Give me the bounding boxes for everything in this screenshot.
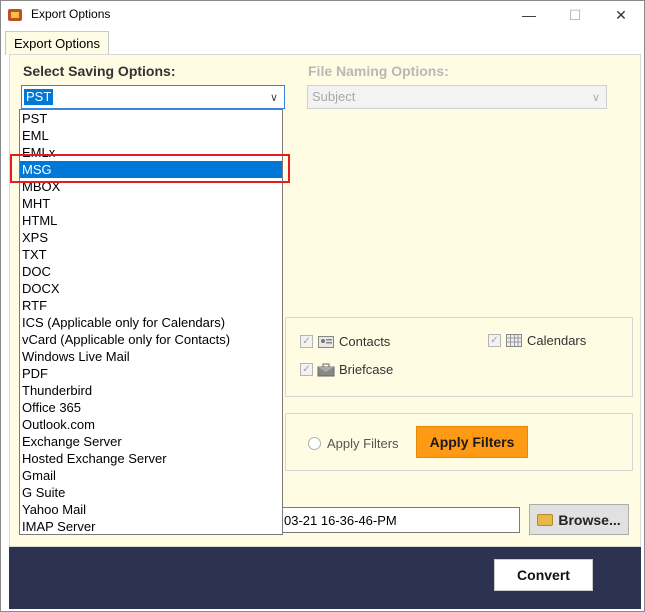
dropdown-option[interactable]: TXT xyxy=(20,246,282,263)
dropdown-option[interactable]: EMLx xyxy=(20,144,282,161)
tab-export-options[interactable]: Export Options xyxy=(5,31,109,55)
tab-strip: Export Options xyxy=(1,29,644,55)
folder-icon xyxy=(537,513,554,526)
window-title: Export Options xyxy=(31,7,111,21)
dropdown-option[interactable]: PDF xyxy=(20,365,282,382)
dropdown-option[interactable]: PST xyxy=(20,110,282,127)
dropdown-option[interactable]: DOC xyxy=(20,263,282,280)
dropdown-option[interactable]: EML xyxy=(20,127,282,144)
apply-filters-radio[interactable]: Apply Filters xyxy=(308,436,399,451)
dropdown-option[interactable]: Thunderbird xyxy=(20,382,282,399)
title-bar[interactable]: Export Options — ☐ ✕ xyxy=(1,1,644,29)
browse-button[interactable]: Browse... xyxy=(529,504,629,535)
briefcase-icon xyxy=(317,363,335,377)
dropdown-option[interactable]: Office 365 xyxy=(20,399,282,416)
dropdown-option[interactable]: G Suite xyxy=(20,484,282,501)
browse-label: Browse... xyxy=(558,511,621,528)
dropdown-option[interactable]: ICS (Applicable only for Calendars) xyxy=(20,314,282,331)
dropdown-option[interactable]: DOCX xyxy=(20,280,282,297)
saving-options-value: PST xyxy=(24,89,54,105)
calendar-grid-icon xyxy=(505,334,523,348)
close-button[interactable]: ✕ xyxy=(598,1,644,29)
calendars-label: Calendars xyxy=(527,333,587,348)
chevron-down-icon[interactable]: ∨ xyxy=(264,86,284,108)
file-naming-label: File Naming Options: xyxy=(308,63,449,79)
categories-group xyxy=(285,317,633,397)
maximize-button[interactable]: ☐ xyxy=(552,1,598,29)
dropdown-option[interactable]: vCard (Applicable only for Contacts) xyxy=(20,331,282,348)
app-logo-icon xyxy=(8,9,22,21)
checkbox-check-icon[interactable]: ✓ xyxy=(488,334,501,347)
dropdown-option[interactable]: MBOX xyxy=(20,178,282,195)
footer-bar: Convert xyxy=(9,547,641,609)
dropdown-option[interactable]: IMAP Server xyxy=(20,518,282,535)
destination-path-input[interactable]: 03-21 16-36-46-PM xyxy=(274,507,520,533)
checkbox-check-icon[interactable]: ✓ xyxy=(300,363,313,376)
dropdown-option[interactable]: Yahoo Mail xyxy=(20,501,282,518)
dropdown-option[interactable]: HTML xyxy=(20,212,282,229)
file-naming-select[interactable]: Subject ∨ xyxy=(307,85,607,109)
radio-dot-icon[interactable] xyxy=(308,437,321,450)
dropdown-option[interactable]: MHT xyxy=(20,195,282,212)
contacts-checkbox[interactable]: ✓ Contacts xyxy=(300,334,390,349)
contacts-label: Contacts xyxy=(339,334,391,349)
apply-filters-radio-label: Apply Filters xyxy=(327,436,399,451)
chevron-down-icon[interactable]: ∨ xyxy=(586,86,606,108)
saving-options-select[interactable]: PST ∨ xyxy=(21,85,285,109)
dropdown-option[interactable]: Gmail xyxy=(20,467,282,484)
file-naming-value: Subject xyxy=(312,89,356,104)
contacts-card-icon xyxy=(317,335,335,349)
saving-options-dropdown-list[interactable]: PST EML EMLx MSG MBOX MHT HTML XPS TXT DOC DOCX RTF… xyxy=(19,109,283,535)
dropdown-option[interactable]: MSG xyxy=(20,161,282,178)
dropdown-option[interactable]: Windows Live Mail xyxy=(20,348,282,365)
minimize-button[interactable]: — xyxy=(506,1,552,29)
briefcase-checkbox[interactable]: ✓ Briefcase xyxy=(300,362,393,377)
dropdown-option[interactable]: RTF xyxy=(20,297,282,314)
calendars-checkbox[interactable]: ✓ Calendars xyxy=(488,333,586,348)
dropdown-option[interactable]: Hosted Exchange Server xyxy=(20,450,282,467)
checkbox-check-icon[interactable]: ✓ xyxy=(300,335,313,348)
dropdown-option[interactable]: Exchange Server xyxy=(20,433,282,450)
briefcase-label: Briefcase xyxy=(339,362,394,377)
convert-button[interactable]: Convert xyxy=(494,559,593,591)
saving-options-label: Select Saving Options: xyxy=(23,63,176,79)
dropdown-option[interactable]: Outlook.com xyxy=(20,416,282,433)
dropdown-option[interactable]: XPS xyxy=(20,229,282,246)
apply-filters-button[interactable]: Apply Filters xyxy=(416,426,528,458)
